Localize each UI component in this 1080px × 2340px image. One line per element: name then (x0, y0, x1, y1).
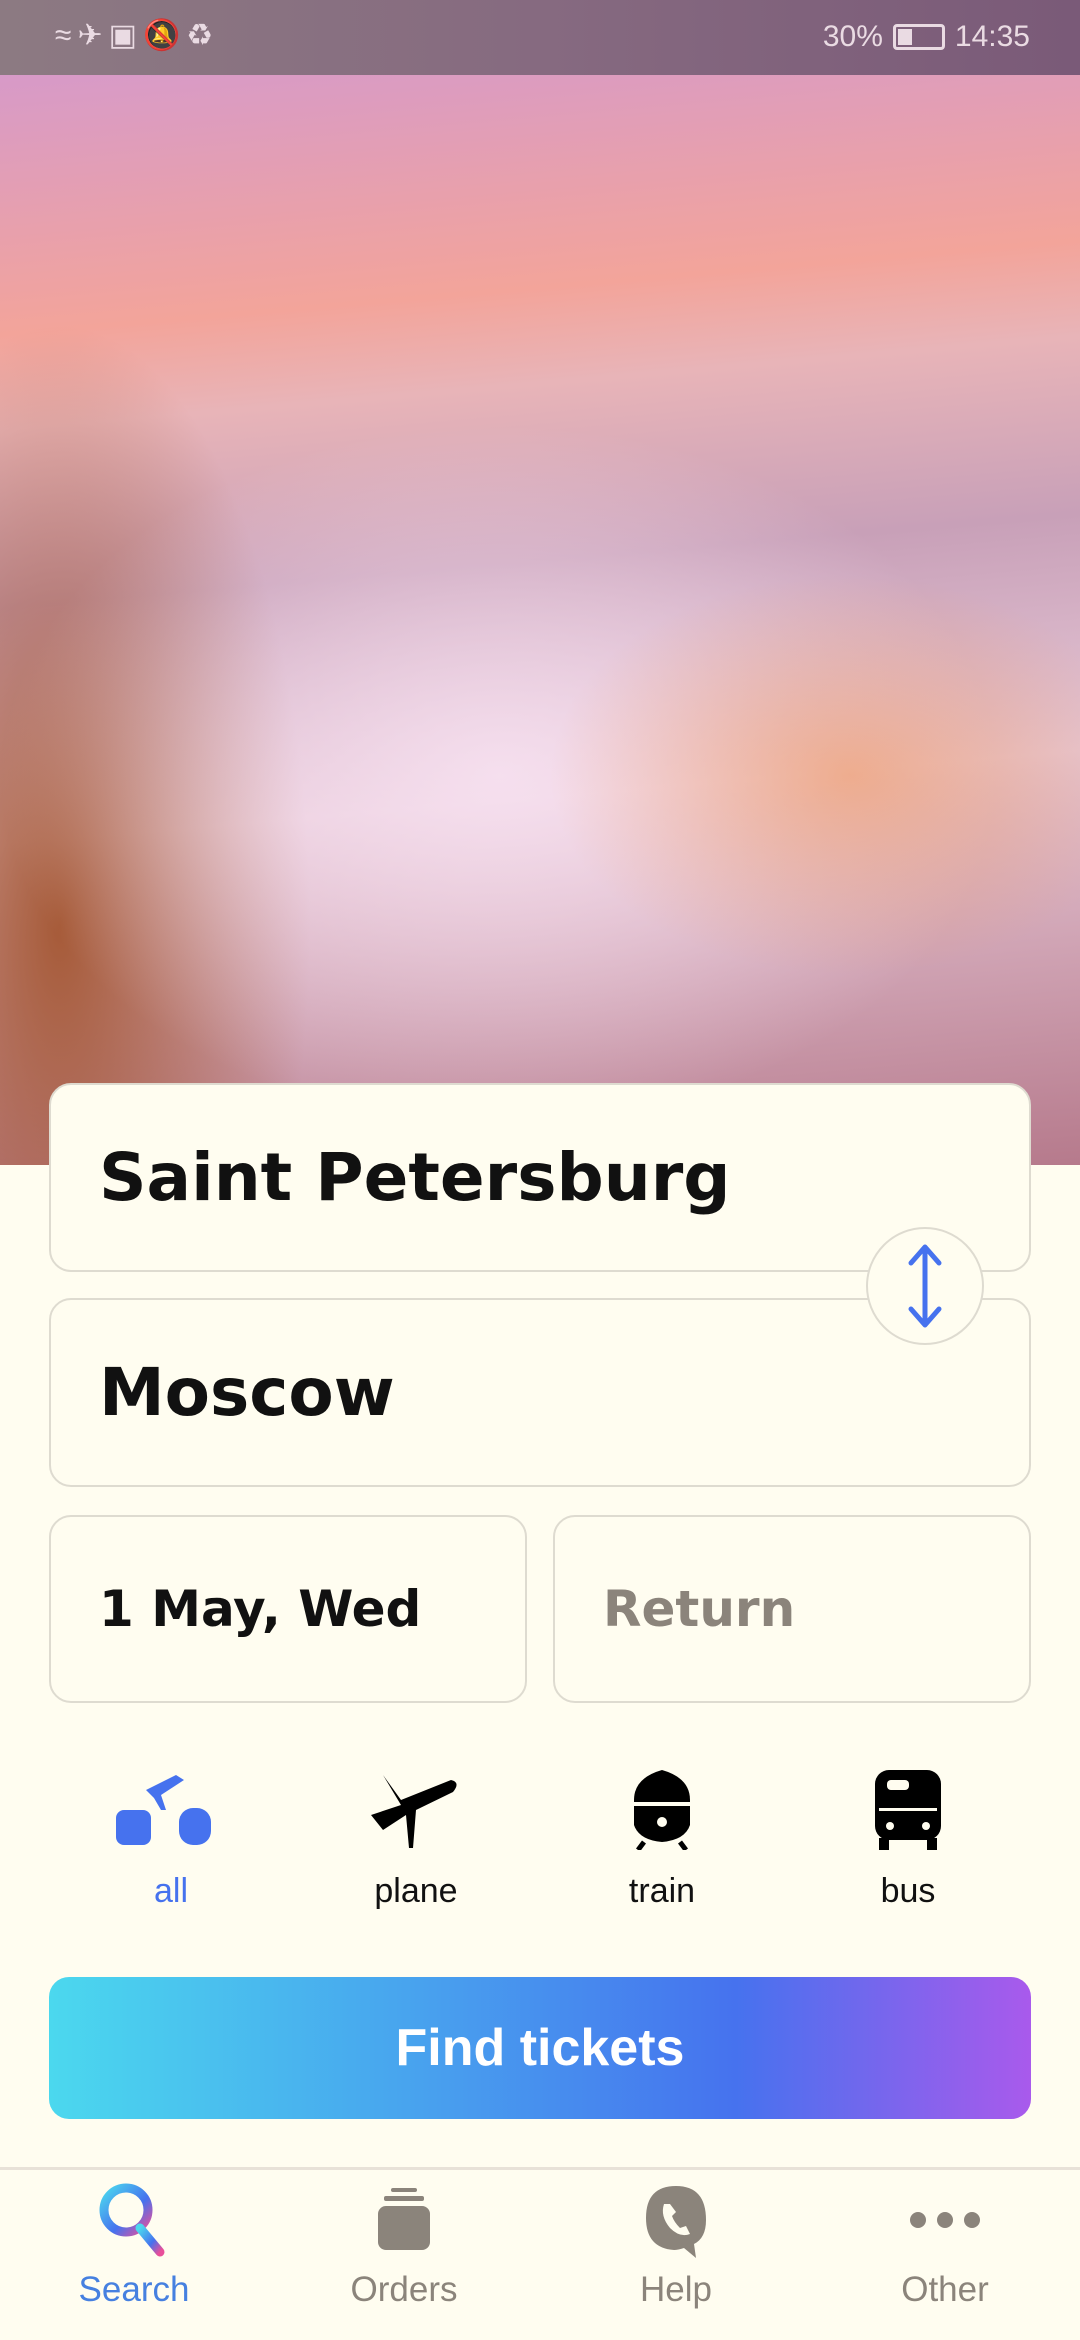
mode-label: plane (374, 1872, 458, 1910)
train-icon (634, 1770, 690, 1850)
battery-percent: 30% (822, 20, 883, 53)
status-bar: ≈✈▣🔕♻ 30% 14:35 (0, 0, 1080, 75)
plane-icon (371, 1775, 457, 1848)
all-transport-icon (116, 1775, 211, 1845)
nav-other[interactable]: Other (845, 2180, 1045, 2310)
nav-help[interactable]: Help (576, 2180, 776, 2310)
mode-bus[interactable]: bus (808, 1770, 1008, 1911)
status-icons: ≈✈▣🔕♻ (55, 19, 220, 52)
more-dots-icon (910, 2212, 980, 2228)
from-value: Saint Petersburg (99, 1139, 731, 1216)
orders-icon (378, 2188, 430, 2250)
hero-image (0, 75, 1080, 1165)
to-value: Moscow (99, 1354, 395, 1431)
return-placeholder: Return (603, 1580, 796, 1638)
mode-plane[interactable]: plane (316, 1770, 516, 1911)
nav-search[interactable]: Search (34, 2180, 234, 2310)
depart-date-field[interactable]: 1 May, Wed (49, 1515, 527, 1703)
bus-icon (875, 1770, 941, 1850)
find-tickets-button[interactable]: Find tickets (49, 1977, 1031, 2119)
clock: 14:35 (954, 20, 1030, 53)
return-date-field[interactable]: Return (553, 1515, 1031, 1703)
mode-label: bus (880, 1872, 936, 1910)
nav-label: Search (78, 2270, 190, 2309)
mode-train[interactable]: train (562, 1770, 762, 1911)
mode-all[interactable]: all (71, 1770, 271, 1911)
mode-label: train (628, 1872, 696, 1910)
battery-icon (892, 24, 945, 50)
nav-label: Other (901, 2270, 989, 2309)
nav-label: Help (640, 2270, 712, 2309)
nav-label: Orders (350, 2270, 458, 2309)
nav-divider (0, 2167, 1080, 2170)
swap-arrows-icon (908, 1244, 942, 1328)
help-phone-icon (646, 2186, 706, 2258)
mode-label: all (153, 1872, 189, 1910)
swap-button[interactable] (866, 1227, 984, 1345)
depart-date-value: 1 May, Wed (99, 1580, 422, 1638)
nav-orders[interactable]: Orders (304, 2180, 504, 2310)
search-icon (99, 2183, 165, 2257)
